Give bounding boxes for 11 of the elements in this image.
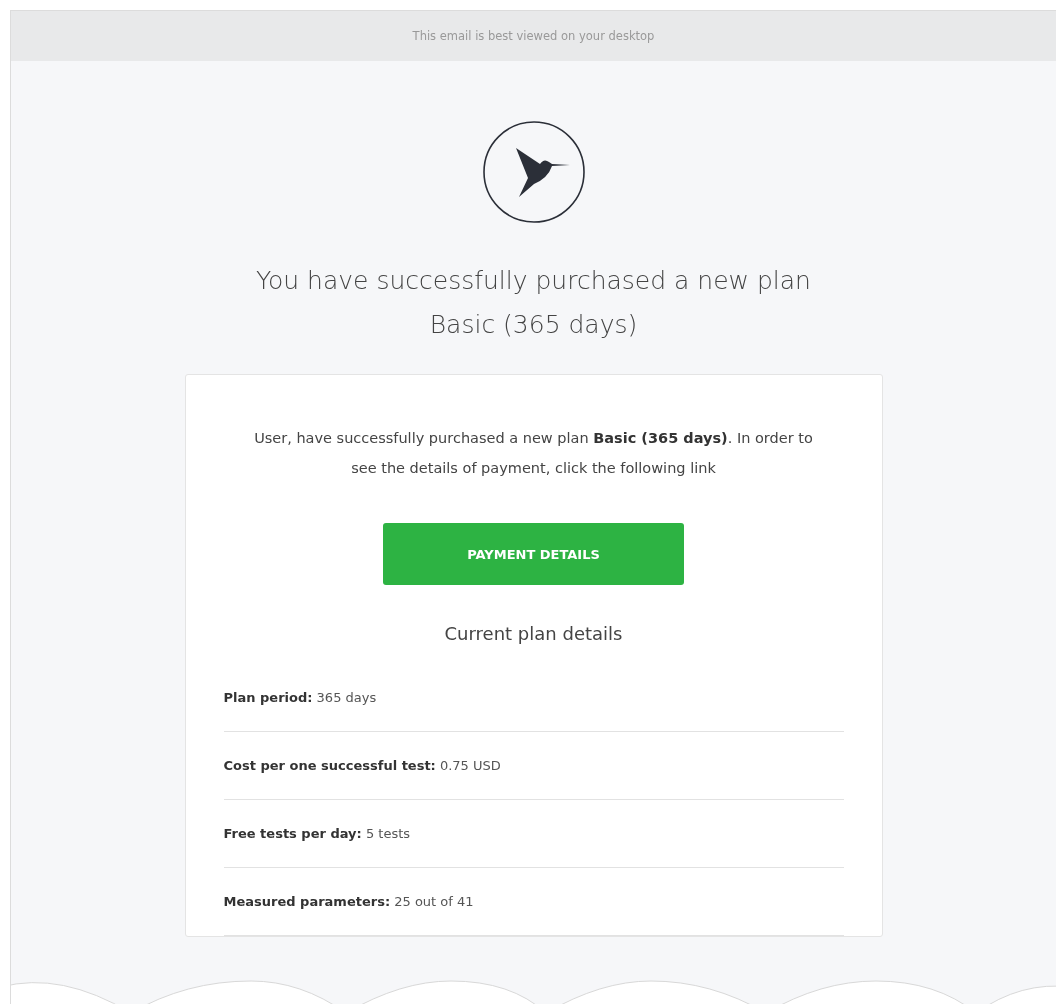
detail-text: Plan period: 365 days [223, 690, 377, 705]
purchase-message: User, have successfully purchased a new plan Basic (365 days). In order to see the details of payment, click the following link [253, 429, 814, 478]
detail-text: Cost per one successful test: 0.75 USD [223, 758, 501, 773]
payment-details-button[interactable]: PAYMENT DETAILS [383, 523, 684, 585]
details-title: Current plan details [444, 623, 623, 644]
detail-text: Free tests per day: 5 tests [223, 826, 411, 841]
hummingbird-logo-icon [481, 120, 586, 224]
detail-text: Measured parameters: 25 out of 41 [223, 894, 474, 909]
headline-text: You have successfully purchased a new plan [256, 265, 811, 297]
banner-text: This email is best viewed on your desktop [412, 29, 655, 43]
headline-text: Basic (365 days) [429, 309, 638, 341]
